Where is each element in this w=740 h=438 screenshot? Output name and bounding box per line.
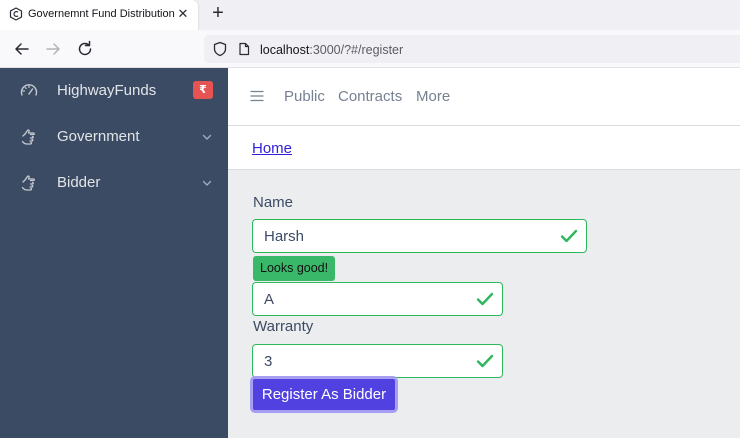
valid-check-icon: [560, 229, 578, 243]
browser-tabbar: Governemnt Fund Distribution ✕ +: [0, 0, 740, 30]
chevron-down-icon: [202, 180, 212, 186]
app-header: Public Contracts More: [228, 68, 740, 126]
hamburger-menu-icon[interactable]: [250, 89, 264, 103]
sidebar-item-bidder[interactable]: Bidder: [0, 160, 228, 206]
warranty-input[interactable]: [253, 345, 502, 377]
puzzle-icon: [21, 175, 35, 191]
nav-link-more[interactable]: More: [416, 88, 450, 105]
sidebar-item-highwayfunds[interactable]: HighwayFunds ₹: [0, 68, 228, 114]
valid-check-icon: [476, 354, 494, 368]
speedometer-icon: [20, 84, 38, 96]
validation-tooltip: Looks good!: [253, 256, 336, 281]
nav-link-contracts[interactable]: Contracts: [338, 88, 402, 105]
chevron-down-icon: [202, 134, 212, 140]
name-input[interactable]: [253, 220, 586, 252]
name-label: Name: [253, 194, 294, 211]
warranty-field[interactable]: [252, 344, 503, 378]
url-host: localhost: [260, 43, 310, 57]
sidebar-item-label: Bidder: [57, 174, 101, 191]
name-field[interactable]: [252, 219, 587, 253]
browser-navbar: localhost:3000/?#/register: [0, 30, 740, 68]
rupee-badge: ₹: [193, 81, 213, 99]
tab-close-icon[interactable]: ✕: [175, 6, 191, 22]
url-path: :3000/?#/register: [309, 43, 404, 57]
register-as-bidder-button[interactable]: Register As Bidder: [250, 376, 398, 413]
nav-link-public[interactable]: Public: [284, 88, 325, 105]
warranty-label: Warranty: [253, 318, 314, 335]
page-icon[interactable]: [237, 42, 251, 56]
coreui-favicon-icon: [9, 7, 23, 21]
second-field[interactable]: [252, 282, 503, 316]
breadcrumb: Home: [228, 126, 740, 170]
breadcrumb-home-link[interactable]: Home: [252, 140, 292, 157]
sidebar-item-label: Government: [57, 128, 140, 145]
puzzle-icon: [21, 129, 35, 145]
forward-arrow-icon[interactable]: [43, 39, 63, 59]
second-input[interactable]: [253, 283, 502, 315]
tab-title: Governemnt Fund Distribution: [28, 8, 175, 20]
sidebar: HighwayFunds ₹ Government Bidder: [0, 68, 228, 438]
back-arrow-icon[interactable]: [12, 39, 32, 59]
reload-icon[interactable]: [75, 39, 95, 59]
browser-tab[interactable]: Governemnt Fund Distribution ✕: [0, 0, 198, 30]
url-text[interactable]: localhost:3000/?#/register: [260, 43, 403, 57]
shield-icon[interactable]: [212, 41, 228, 57]
valid-check-icon: [476, 292, 494, 306]
sidebar-item-label: HighwayFunds: [57, 82, 157, 99]
new-tab-button[interactable]: +: [207, 3, 229, 25]
sidebar-item-government[interactable]: Government: [0, 114, 228, 160]
url-bar[interactable]: localhost:3000/?#/register: [204, 35, 740, 63]
